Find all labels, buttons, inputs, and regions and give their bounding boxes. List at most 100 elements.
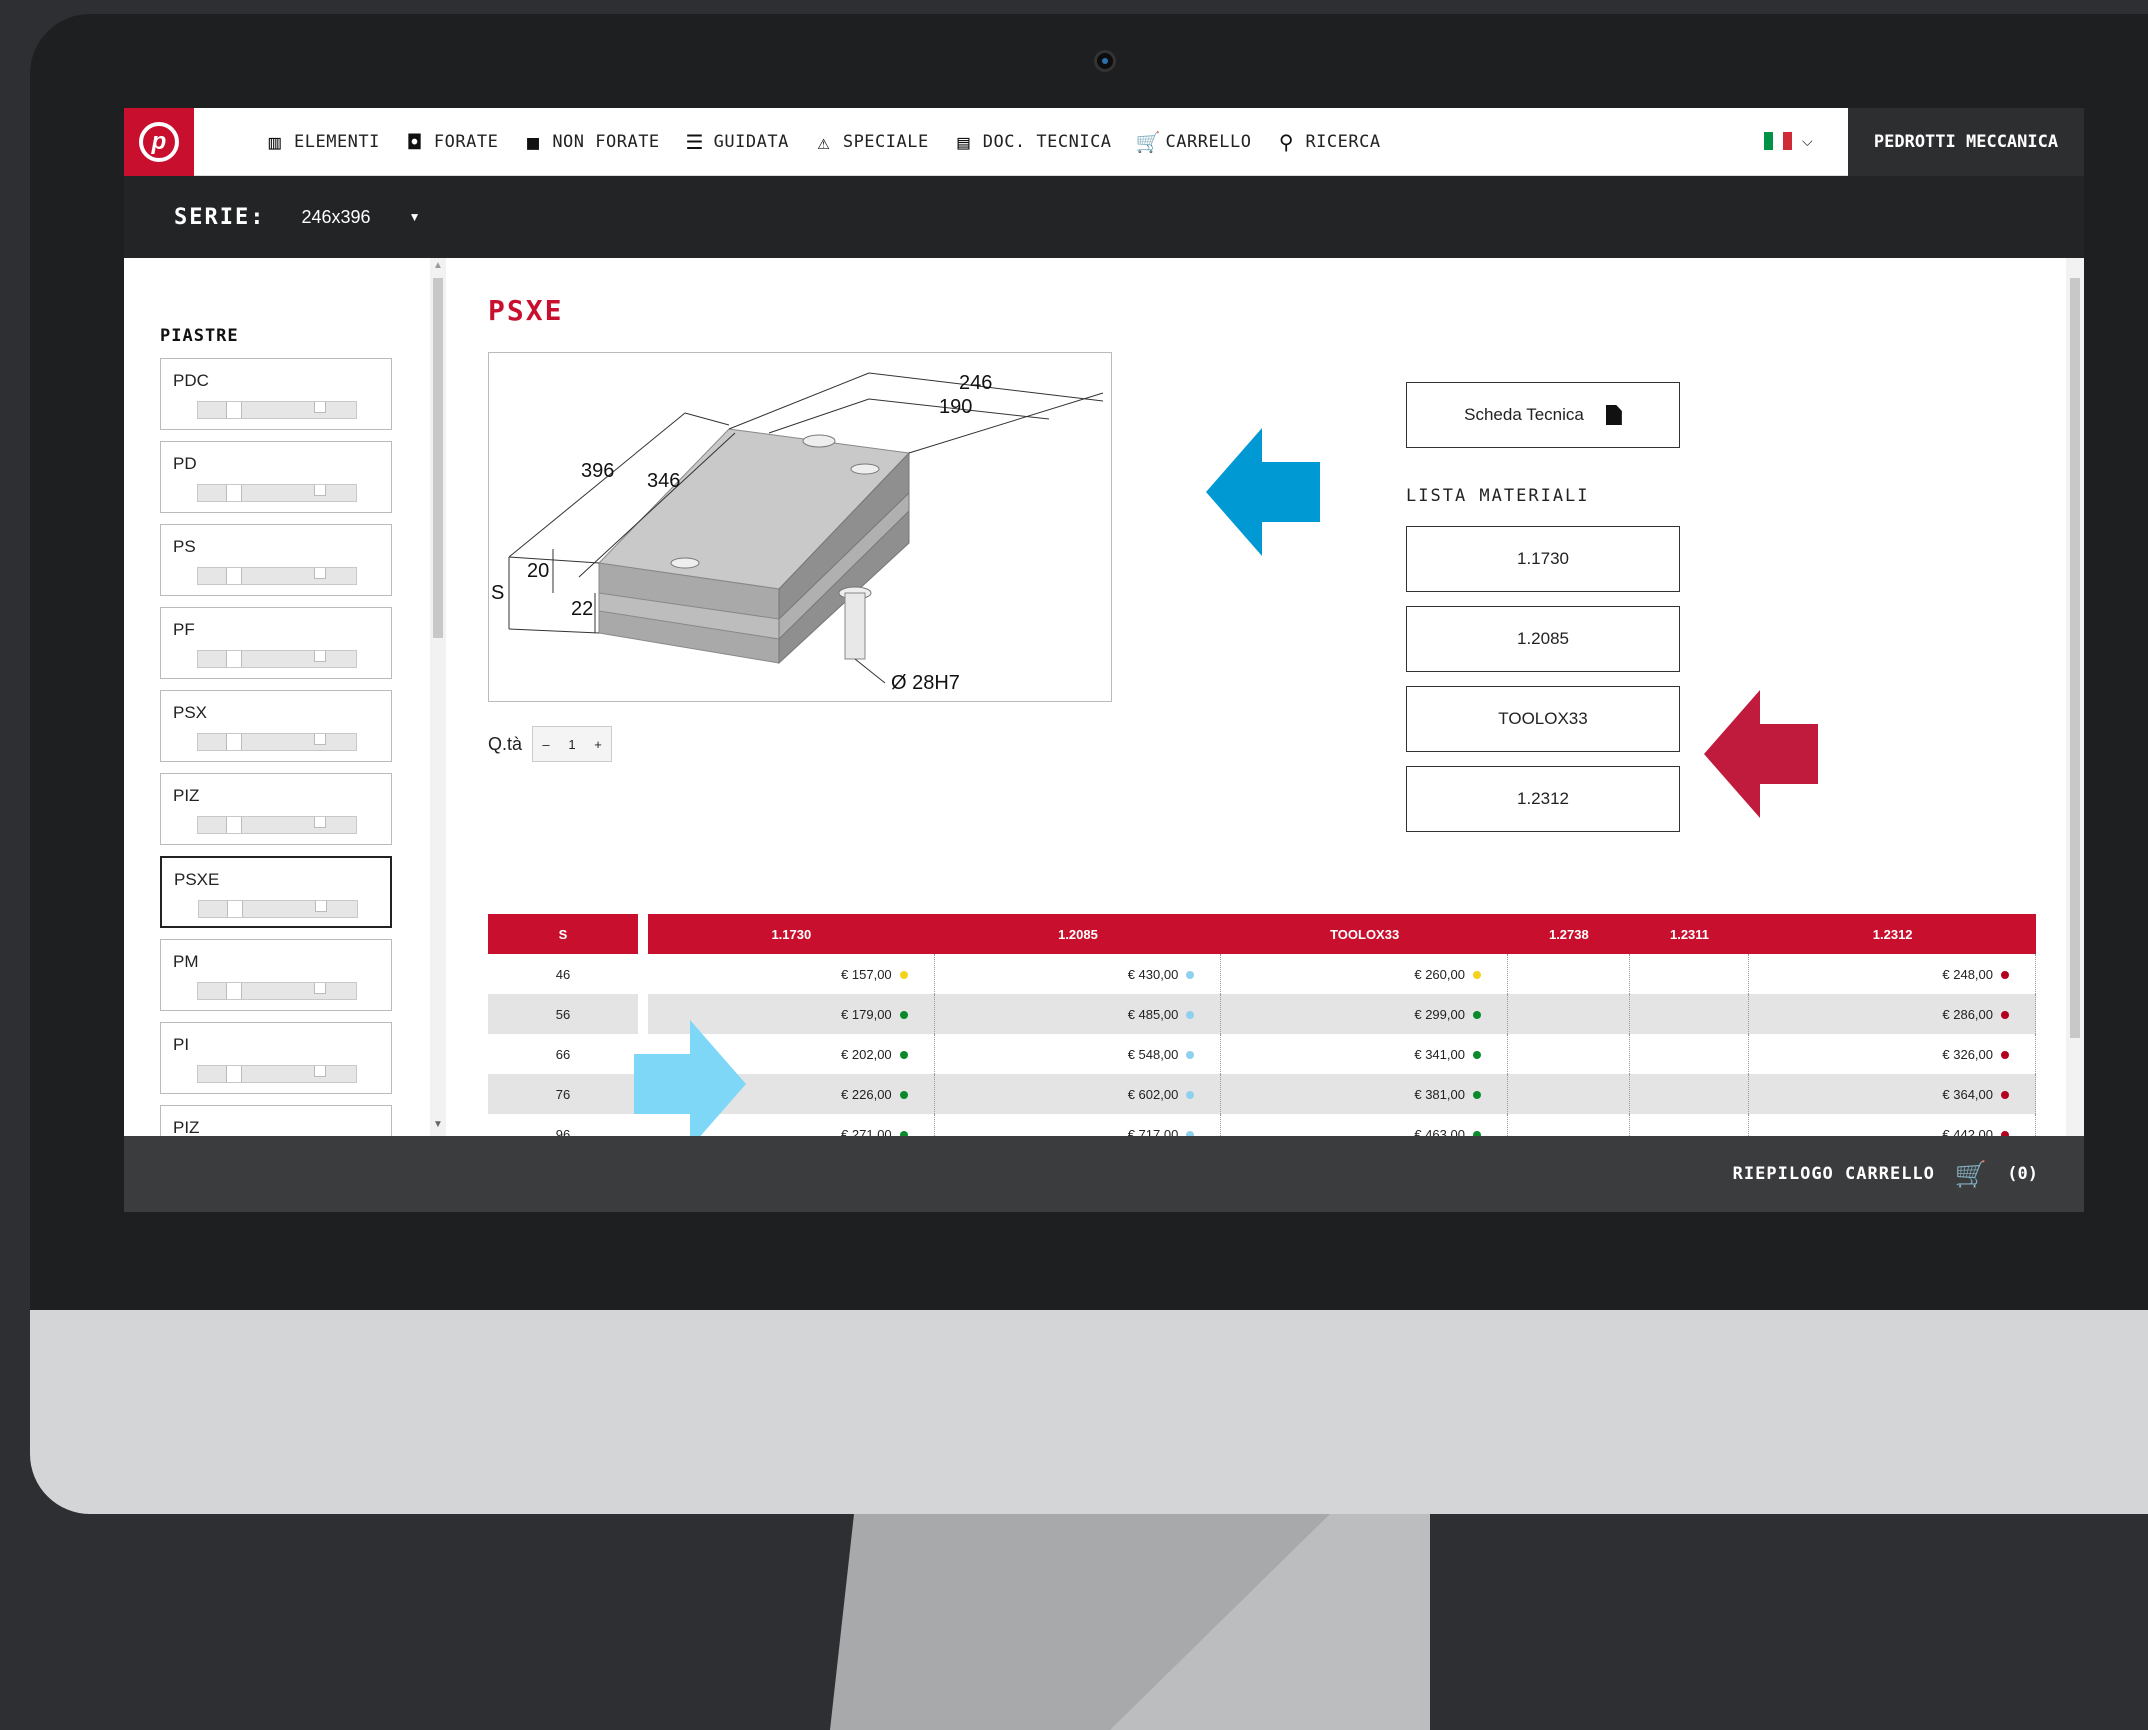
quantity-plus-button[interactable]: + [585, 737, 611, 752]
price-cell[interactable]: € 548,00 [935, 1034, 1222, 1074]
main-scroll-thumb[interactable] [2070, 278, 2080, 1038]
price-value: € 548,00 [1127, 1046, 1179, 1062]
price-cell [1630, 954, 1750, 994]
red-arrow-left [1704, 690, 1818, 818]
price-cell[interactable]: € 260,00 [1221, 954, 1508, 994]
nav-item-label: CARRELLO [1165, 132, 1252, 152]
dim-22: 22 [571, 598, 593, 620]
price-cell[interactable]: € 485,00 [934, 994, 1222, 1034]
language-selector[interactable]: ⌵ [1764, 132, 1813, 150]
price-cell[interactable]: € 364,00 [1749, 1074, 2036, 1114]
sidebar-item-psxe[interactable]: PSXE [160, 856, 392, 928]
company-button[interactable]: PEDROTTI MECCANICA [1848, 108, 2084, 176]
material-button-1-2312[interactable]: 1.2312 [1406, 766, 1680, 832]
availability-dot-icon [899, 1051, 908, 1060]
column-header[interactable]: 1.2311 [1629, 914, 1750, 954]
plate-thumbnail [197, 567, 357, 585]
price-cell[interactable]: € 717,00 [935, 1114, 1222, 1136]
plate-thumbnail [198, 900, 358, 918]
main-scrollbar[interactable] [2066, 258, 2084, 1136]
sidebar-item-ps[interactable]: PS [160, 524, 392, 596]
price-cell[interactable]: € 602,00 [934, 1074, 1222, 1114]
column-header[interactable]: 1.2312 [1749, 914, 2036, 954]
plate-drawing: 246 190 396 346 S 20 22 Ø 28H7 [491, 372, 1104, 694]
nav-item-carrello[interactable]: 🛒 CARRELLO [1136, 132, 1252, 152]
nav-item-elementi[interactable]: ▥ ELEMENTI [264, 132, 380, 152]
caret-down-icon[interactable]: ▼ [409, 210, 421, 224]
column-header[interactable]: 1.2738 [1507, 914, 1630, 954]
availability-dot-icon [2001, 1051, 2009, 1060]
nav-item-speciale[interactable]: ⚠ SPECIALE [813, 132, 929, 152]
availability-dot-icon [1186, 1011, 1195, 1020]
column-header[interactable]: 1.1730 [648, 914, 935, 954]
price-cell[interactable]: € 381,00 [1221, 1074, 1508, 1114]
sidebar-item-piz[interactable]: PIZ [160, 1105, 392, 1136]
material-button-toolox33[interactable]: TOOLOX33 [1406, 686, 1680, 752]
sidebar-item-piz[interactable]: PIZ [160, 773, 392, 845]
price-value: € 260,00 [1414, 966, 1465, 982]
sidebar-item-pdc[interactable]: PDC [160, 358, 392, 430]
nav-item-forate[interactable]: ◘ FORATE [404, 132, 498, 152]
price-cell[interactable]: € 442,00 [1749, 1114, 2036, 1136]
cart-summary-label[interactable]: RIEPILOGO CARRELLO [1733, 1164, 1935, 1184]
price-cell[interactable]: € 299,00 [1221, 994, 1508, 1034]
cart-icon[interactable]: 🛒 [1955, 1159, 1987, 1190]
material-button-1-1730[interactable]: 1.1730 [1406, 526, 1680, 592]
column-header[interactable]: S [488, 914, 638, 954]
price-value: € 157,00 [841, 966, 892, 982]
sidebar-item-pi[interactable]: PI [160, 1022, 392, 1094]
scroll-up-icon[interactable]: ▲ [433, 260, 443, 271]
price-cell[interactable]: € 248,00 [1749, 954, 2036, 994]
scheda-tecnica-button[interactable]: Scheda Tecnica [1406, 382, 1680, 448]
logo[interactable]: p [124, 108, 194, 176]
price-cell [1508, 954, 1630, 994]
plate-thumbnail [197, 484, 357, 502]
thickness-cell: 66 [555, 1046, 571, 1062]
cart-summary-bar[interactable]: RIEPILOGO CARRELLO 🛒 (0) [124, 1136, 2084, 1212]
sidebar-item-psx[interactable]: PSX [160, 690, 392, 762]
flag-stripe [1764, 132, 1774, 150]
nav-item-ricerca[interactable]: ⚲ RICERCA [1275, 132, 1380, 152]
sidebar-scroll-thumb[interactable] [433, 278, 443, 638]
dim-396: 396 [581, 460, 614, 482]
price-cell[interactable]: € 463,00 [1221, 1114, 1508, 1136]
sidebar-item-pf[interactable]: PF [160, 607, 392, 679]
quantity-stepper[interactable]: – 1 + [532, 726, 613, 762]
table-row: 46 € 157,00 € 430,00 € 260,00 € 248,00 [488, 954, 2036, 994]
scroll-down-icon[interactable]: ▼ [433, 1119, 443, 1130]
price-cell[interactable]: € 326,00 [1749, 1034, 2036, 1074]
price-value: € 463,00 [1414, 1126, 1465, 1137]
price-value: € 299,00 [1414, 1006, 1465, 1022]
nav-item-guidata[interactable]: ☰ GUIDATA [684, 132, 789, 152]
material-button-1-2085[interactable]: 1.2085 [1406, 606, 1680, 672]
sidebar-item-pd[interactable]: PD [160, 441, 392, 513]
sidebar-title: PIASTRE [160, 326, 239, 346]
cart-count: (0) [2007, 1164, 2038, 1184]
quantity-value[interactable]: 1 [559, 737, 585, 752]
series-select[interactable]: 246x396 [301, 207, 370, 228]
sidebar-item-pm[interactable]: PM [160, 939, 392, 1011]
price-value: € 248,00 [1942, 966, 1993, 982]
thickness-cell: 96 [555, 1126, 571, 1137]
plate-thumbnail [197, 816, 357, 834]
quantity-minus-button[interactable]: – [533, 737, 559, 752]
column-header[interactable]: 1.2085 [934, 914, 1222, 954]
price-cell[interactable]: € 430,00 [935, 954, 1222, 994]
cart-icon: 🛒 [1135, 130, 1161, 154]
product-title: PSXE [488, 294, 564, 327]
nav-item-non-forate[interactable]: ■ NON FORATE [522, 132, 659, 152]
availability-dot-icon [2001, 971, 2009, 980]
nav-item-doc-tecnica[interactable]: ▤ DOC. TECNICA [953, 132, 1112, 152]
document-icon: ▤ [957, 130, 970, 154]
price-cell[interactable]: € 157,00 [648, 954, 935, 994]
quantity-label: Q.tà [488, 733, 523, 754]
price-value: € 485,00 [1127, 1006, 1179, 1022]
plate-thumbnail [197, 401, 357, 419]
price-value: € 179,00 [841, 1006, 892, 1022]
price-value: € 381,00 [1414, 1086, 1465, 1102]
column-header[interactable]: TOOLOX33 [1221, 914, 1508, 954]
price-cell[interactable]: € 286,00 [1749, 994, 2036, 1034]
sidebar-scrollbar[interactable]: ▲ ▼ [430, 258, 446, 1136]
document-icon [1605, 405, 1622, 425]
price-cell[interactable]: € 341,00 [1221, 1034, 1508, 1074]
